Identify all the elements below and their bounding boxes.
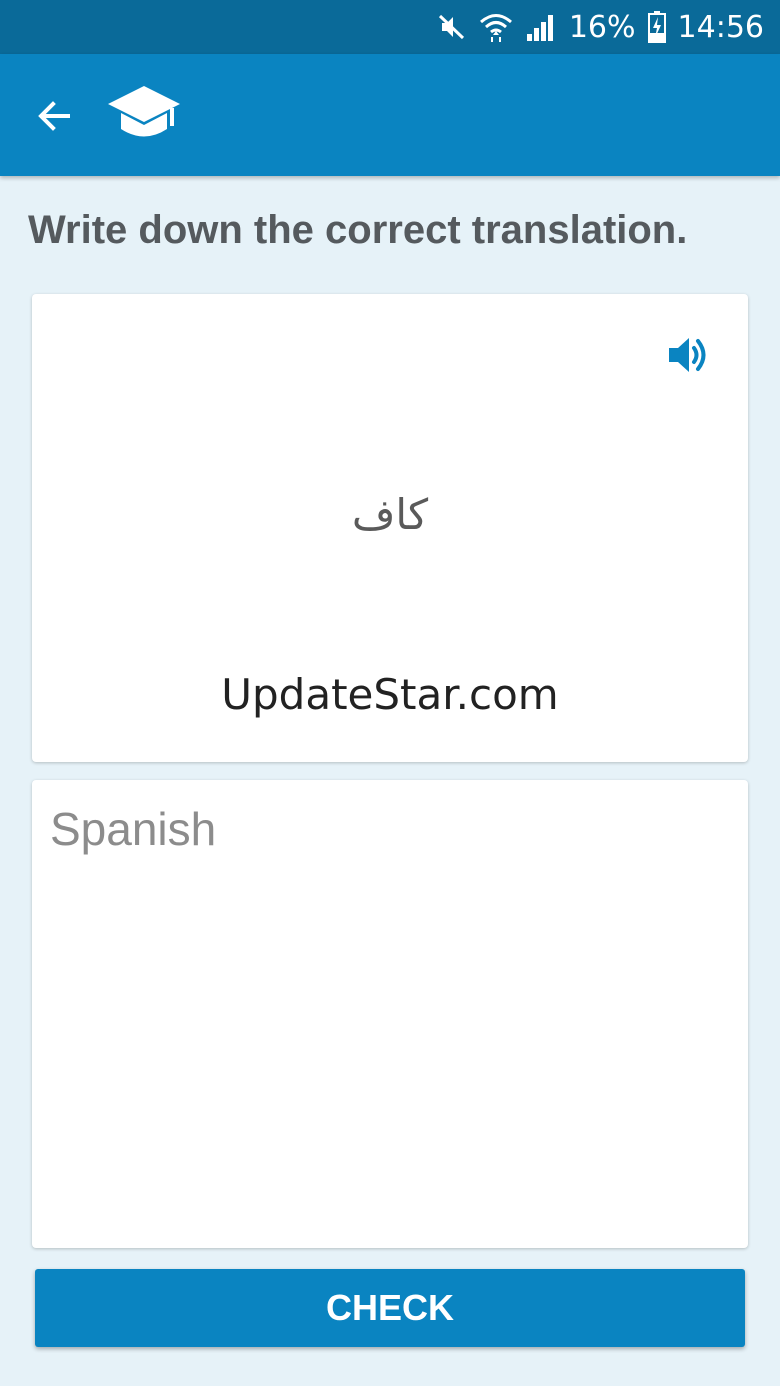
speaker-icon <box>669 338 706 372</box>
graduation-cap-icon <box>106 82 182 148</box>
wifi-icon <box>479 11 513 43</box>
word-card: كاف UpdateStar.com <box>32 294 748 762</box>
source-word: كاف <box>351 490 429 539</box>
battery-charging-icon <box>647 11 666 43</box>
answer-card <box>32 780 748 1248</box>
app-bar <box>0 54 780 176</box>
translation-input[interactable] <box>32 780 748 1248</box>
mute-icon <box>437 12 467 42</box>
check-button[interactable]: CHECK <box>35 1269 745 1347</box>
play-audio-button[interactable] <box>666 332 712 378</box>
instruction-text: Write down the correct translation. <box>28 208 688 252</box>
clock: 14:56 <box>677 9 764 45</box>
watermark-text: UpdateStar.com <box>221 670 559 719</box>
signal-icon <box>525 12 557 42</box>
back-arrow-icon <box>38 101 70 131</box>
status-icons: 16% 14:56 <box>437 0 764 54</box>
battery-percentage: 16% <box>568 9 636 45</box>
back-button[interactable] <box>28 90 80 142</box>
status-bar: 16% 14:56 <box>0 0 780 54</box>
